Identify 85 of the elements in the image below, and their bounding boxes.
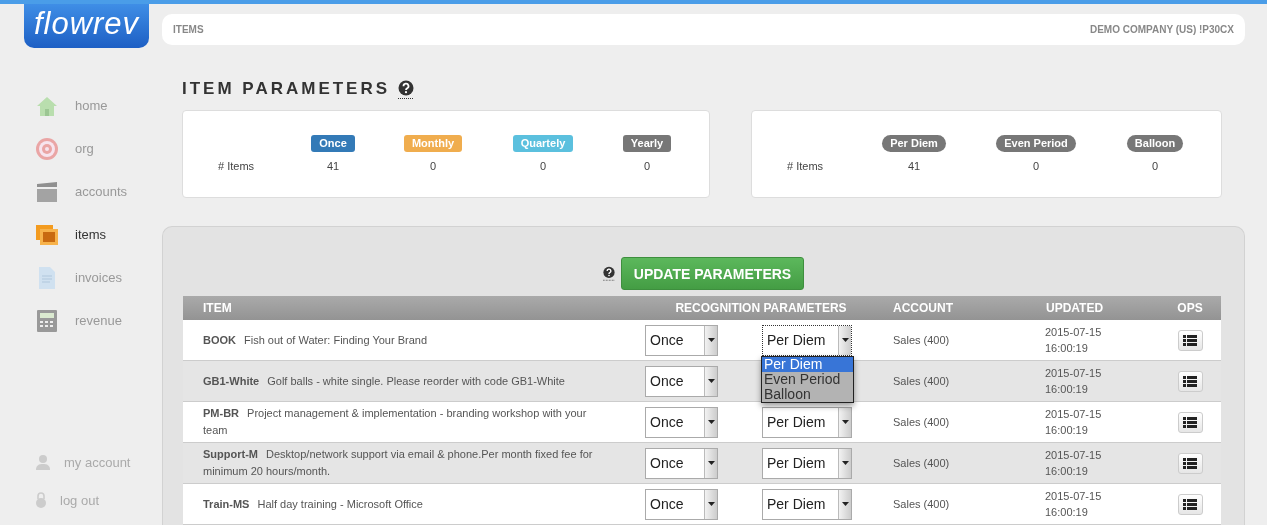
row-label: # Items <box>786 160 824 172</box>
dropdown-option[interactable]: Balloon <box>762 386 853 402</box>
updated-cell-text: 2015-07-15 16:00:19 <box>1044 366 1103 397</box>
list-icon <box>1183 334 1197 346</box>
lock-icon <box>35 492 47 508</box>
recognition-select[interactable]: Once <box>645 447 718 479</box>
person-icon <box>35 454 51 470</box>
item-count: 0 <box>1151 160 1159 172</box>
column-header: OPS <box>1176 301 1204 315</box>
item-description: Train-MS Half day training - Microsoft Office <box>202 496 424 512</box>
item-description: PM-BR Project management & implementation - branding workshop with your team <box>202 406 588 438</box>
nav-label: invoices <box>75 270 122 285</box>
item-description: BOOK Fish out of Water: Finding Your Brand <box>202 332 429 348</box>
caret-icon <box>841 461 849 465</box>
item-description: Support-M Desktop/network support via email & phone.Per month fixed fee for minimum 20 hours/month. <box>202 447 594 479</box>
frequency-badge: Once <box>311 134 355 152</box>
frequency-badge: Quartely <box>512 134 574 152</box>
frequency-badge: Even Period <box>996 134 1076 152</box>
recognition-select[interactable]: Once <box>645 365 718 397</box>
caret-icon <box>707 338 715 342</box>
caret-icon <box>841 420 849 424</box>
help-icon[interactable] <box>398 79 415 99</box>
list-icon <box>1183 416 1197 428</box>
help-icon[interactable] <box>603 266 615 281</box>
list-icon <box>1183 498 1197 510</box>
schedule-select[interactable]: Per Diem <box>762 406 852 438</box>
nav-label: accounts <box>75 184 128 199</box>
item-count: 41 <box>326 160 340 172</box>
account-cell-text: Sales (400) <box>892 374 951 389</box>
dropdown-option[interactable]: Per Diem <box>762 356 853 372</box>
ops-button[interactable] <box>1177 493 1203 515</box>
account-cell-text: Sales (400) <box>892 456 951 471</box>
column-header: ACCOUNT <box>892 301 954 315</box>
caret-icon <box>841 502 849 506</box>
schedule-select[interactable]: Per Diem <box>762 488 852 520</box>
caret-icon <box>707 420 715 424</box>
column-header: RECOGNITION PARAMETERS <box>674 301 848 315</box>
company-name: DEMO COMPANY (US) !P30CX <box>1089 24 1234 35</box>
clapperboard-icon <box>35 179 59 204</box>
schedule-select[interactable]: Per Diem <box>762 447 852 479</box>
ops-button[interactable] <box>1177 452 1203 474</box>
item-count: 0 <box>643 160 651 172</box>
item-description: GB1-White Golf balls - white single. Please reorder with code GB1-White <box>202 373 566 389</box>
nav-label: home <box>75 98 108 113</box>
column-header: ITEM <box>202 301 233 315</box>
frequency-badge: Monthly <box>403 134 463 152</box>
page-title: ITEM PARAMETERS <box>182 79 391 99</box>
caret-icon <box>707 379 715 383</box>
calculator-icon <box>35 308 59 333</box>
frequency-badge: Per Diem <box>882 134 946 152</box>
account-cell-text: Sales (400) <box>892 415 951 430</box>
nav-label: revenue <box>75 313 122 328</box>
account-cell-text: Sales (400) <box>892 497 951 512</box>
photos-icon <box>35 222 59 247</box>
updated-cell-text: 2015-07-15 16:00:19 <box>1044 448 1103 479</box>
recognition-select[interactable]: Once <box>645 406 718 438</box>
recognition-select[interactable]: Once <box>645 324 718 356</box>
caret-icon <box>707 461 715 465</box>
frequency-badge: Yearly <box>622 134 672 152</box>
recognition-select[interactable]: Once <box>645 488 718 520</box>
target-icon <box>35 136 59 161</box>
row-label: # Items <box>217 160 255 172</box>
updated-cell-text: 2015-07-15 16:00:19 <box>1044 407 1103 438</box>
nav-label: items <box>75 227 107 242</box>
logo[interactable]: flowrev <box>24 4 149 48</box>
item-count: 0 <box>539 160 547 172</box>
list-icon <box>1183 457 1197 469</box>
breadcrumb: ITEMS <box>173 24 204 35</box>
ops-button[interactable] <box>1177 329 1203 351</box>
updated-cell-text: 2015-07-15 16:00:19 <box>1044 489 1103 520</box>
account-cell-text: Sales (400) <box>892 333 951 348</box>
item-count: 41 <box>907 160 921 172</box>
nav-item[interactable]: items <box>0 213 162 256</box>
dropdown-option[interactable]: Even Period <box>762 371 853 387</box>
ops-button[interactable] <box>1177 370 1203 392</box>
item-count: 0 <box>429 160 437 172</box>
nav-label: org <box>75 141 94 156</box>
frequency-badge: Balloon <box>1126 134 1184 152</box>
updated-cell-text: 2015-07-15 16:00:19 <box>1044 325 1103 356</box>
column-header: UPDATED <box>1045 301 1105 315</box>
caret-icon <box>841 338 849 342</box>
item-count: 0 <box>1032 160 1040 172</box>
caret-icon <box>707 502 715 506</box>
list-icon <box>1183 375 1197 387</box>
ops-button[interactable] <box>1177 411 1203 433</box>
